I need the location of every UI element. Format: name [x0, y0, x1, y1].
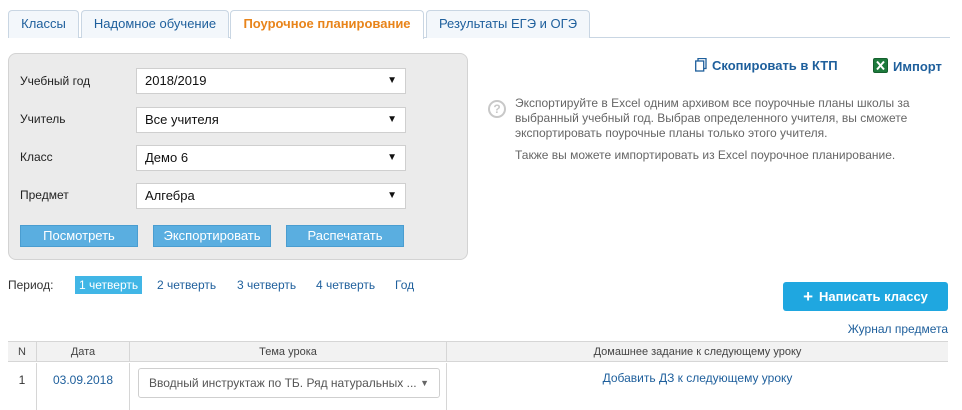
row-date-link[interactable]: 03.09.2018: [37, 363, 130, 410]
copy-to-ktp-label: Скопировать в КТП: [712, 58, 838, 73]
subject-select[interactable]: Алгебра ▼: [136, 183, 406, 209]
period-q1[interactable]: 1 четверть: [75, 276, 143, 294]
table-header: N Дата Тема урока Домашнее задание к сле…: [8, 342, 948, 362]
teacher-label: Учитель: [20, 112, 66, 126]
class-value: Демо 6: [145, 150, 189, 165]
header-date: Дата: [37, 342, 130, 362]
year-label: Учебный год: [20, 74, 91, 88]
row-topic-cell: Вводный инструктаж по ТБ. Ряд натуральны…: [130, 363, 447, 410]
export-button[interactable]: Экспортировать: [153, 225, 271, 247]
chevron-down-icon: ▼: [387, 152, 397, 163]
help-export-text: Экспортируйте в Excel одним архивом все …: [515, 96, 910, 140]
chevron-down-icon: ▼: [420, 378, 429, 388]
help-text: Экспортируйте в Excel одним архивом все …: [515, 96, 945, 163]
header-topic: Тема урока: [130, 342, 447, 362]
write-class-label: Написать классу: [819, 289, 928, 304]
period-year[interactable]: Год: [391, 276, 418, 294]
period-q2[interactable]: 2 четверть: [153, 276, 220, 294]
subject-value: Алгебра: [145, 188, 195, 203]
import-link[interactable]: Импорт: [873, 58, 942, 76]
period-label: Период:: [8, 278, 54, 292]
class-select[interactable]: Демо 6 ▼: [136, 145, 406, 171]
print-button[interactable]: Распечатать: [286, 225, 404, 247]
chevron-down-icon: ▼: [387, 190, 397, 201]
chevron-down-icon: ▼: [387, 114, 397, 125]
tab-bar: Классы Надомное обучение Поурочное плани…: [8, 10, 950, 39]
filter-panel: Учебный год 2018/2019 ▼ Учитель Все учит…: [8, 53, 468, 260]
header-n: N: [8, 342, 37, 362]
year-value: 2018/2019: [145, 73, 207, 88]
lesson-topic-value: Вводный инструктаж по ТБ. Ряд натуральны…: [149, 376, 417, 390]
tab-classes[interactable]: Классы: [8, 10, 79, 38]
import-label: Импорт: [893, 59, 942, 74]
copy-icon: [695, 57, 707, 75]
subject-label: Предмет: [20, 188, 69, 202]
question-icon: ?: [488, 100, 506, 118]
subject-journal-link[interactable]: Журнал предмета: [848, 322, 948, 336]
add-homework-link[interactable]: Добавить ДЗ к следующему уроку: [447, 363, 948, 410]
class-label: Класс: [20, 150, 53, 164]
write-class-button[interactable]: + Написать классу: [783, 282, 948, 311]
tab-lesson-planning[interactable]: Поурочное планирование: [230, 10, 424, 39]
header-homework: Домашнее задание к следующему уроку: [593, 346, 802, 358]
teacher-value: Все учителя: [145, 112, 219, 127]
chevron-down-icon: ▼: [387, 75, 397, 86]
tab-exam-results[interactable]: Результаты ЕГЭ и ОГЭ: [426, 10, 590, 38]
row-number: 1: [8, 363, 37, 410]
help-import-text: Также вы можете импортировать из Excel п…: [515, 148, 896, 162]
lesson-table: N Дата Тема урока Домашнее задание к сле…: [8, 341, 948, 410]
teacher-select[interactable]: Все учителя ▼: [136, 107, 406, 133]
view-button[interactable]: Посмотреть: [20, 225, 138, 247]
excel-icon: [873, 58, 888, 76]
tab-home-education[interactable]: Надомное обучение: [81, 10, 229, 38]
lesson-topic-select[interactable]: Вводный инструктаж по ТБ. Ряд натуральны…: [138, 368, 440, 398]
period-q4[interactable]: 4 четверть: [312, 276, 379, 294]
table-row: 1 03.09.2018 Вводный инструктаж по ТБ. Р…: [8, 363, 948, 410]
period-q3[interactable]: 3 четверть: [233, 276, 300, 294]
plus-icon: +: [803, 287, 814, 306]
year-select[interactable]: 2018/2019 ▼: [136, 68, 406, 94]
copy-to-ktp-link[interactable]: Скопировать в КТП: [695, 57, 838, 75]
